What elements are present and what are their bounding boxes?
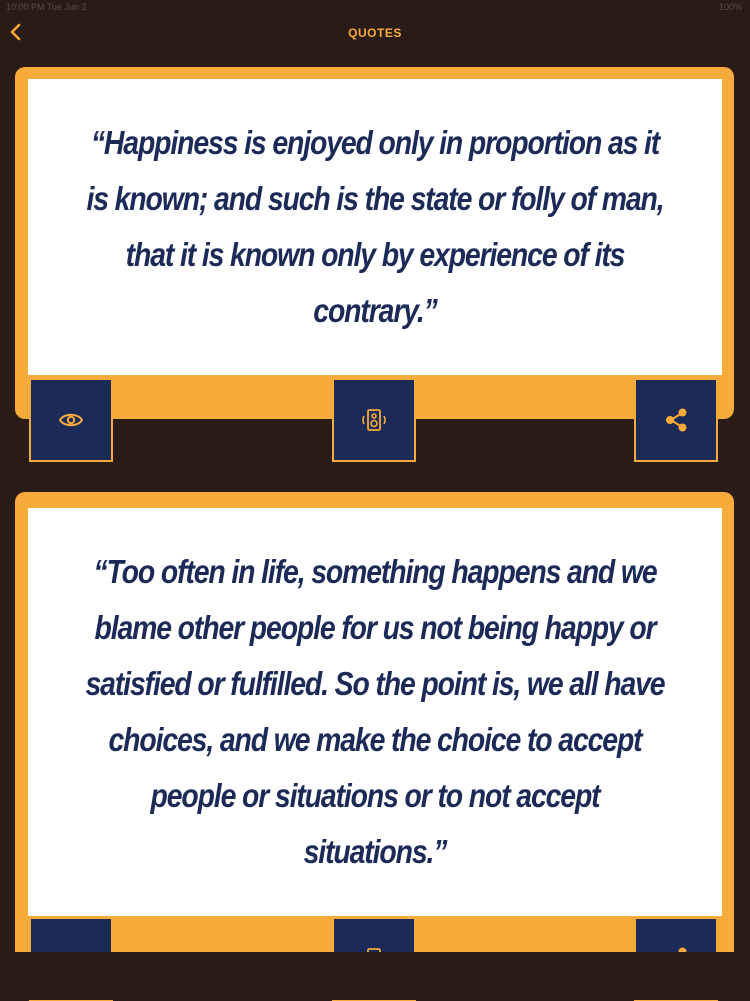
status-time-date: 10:00 PM Tue Jun 2	[6, 2, 87, 12]
view-quote-button[interactable]	[29, 378, 113, 462]
share-quote-button[interactable]	[634, 378, 718, 462]
speaker-icon	[362, 409, 386, 431]
quote-text[interactable]: “Happiness is enjoyed only in proportion…	[82, 115, 669, 339]
quote-box: “Too often in life, something happens an…	[28, 508, 722, 916]
share-icon	[666, 408, 687, 432]
quote-text[interactable]: “Too often in life, something happens an…	[82, 544, 669, 880]
eye-icon	[58, 413, 84, 427]
bottom-area	[0, 952, 750, 1000]
quote-card: “Too often in life, something happens an…	[15, 492, 734, 1001]
speak-quote-button[interactable]	[332, 378, 416, 462]
status-bar: 10:00 PM Tue Jun 2 100%	[0, 0, 750, 14]
quote-card: “Happiness is enjoyed only in proportion…	[15, 67, 734, 462]
quote-box: “Happiness is enjoyed only in proportion…	[28, 79, 722, 375]
navigation-bar: QUOTES	[0, 14, 750, 54]
status-battery: 100%	[718, 2, 742, 12]
page-title: QUOTES	[348, 26, 402, 40]
